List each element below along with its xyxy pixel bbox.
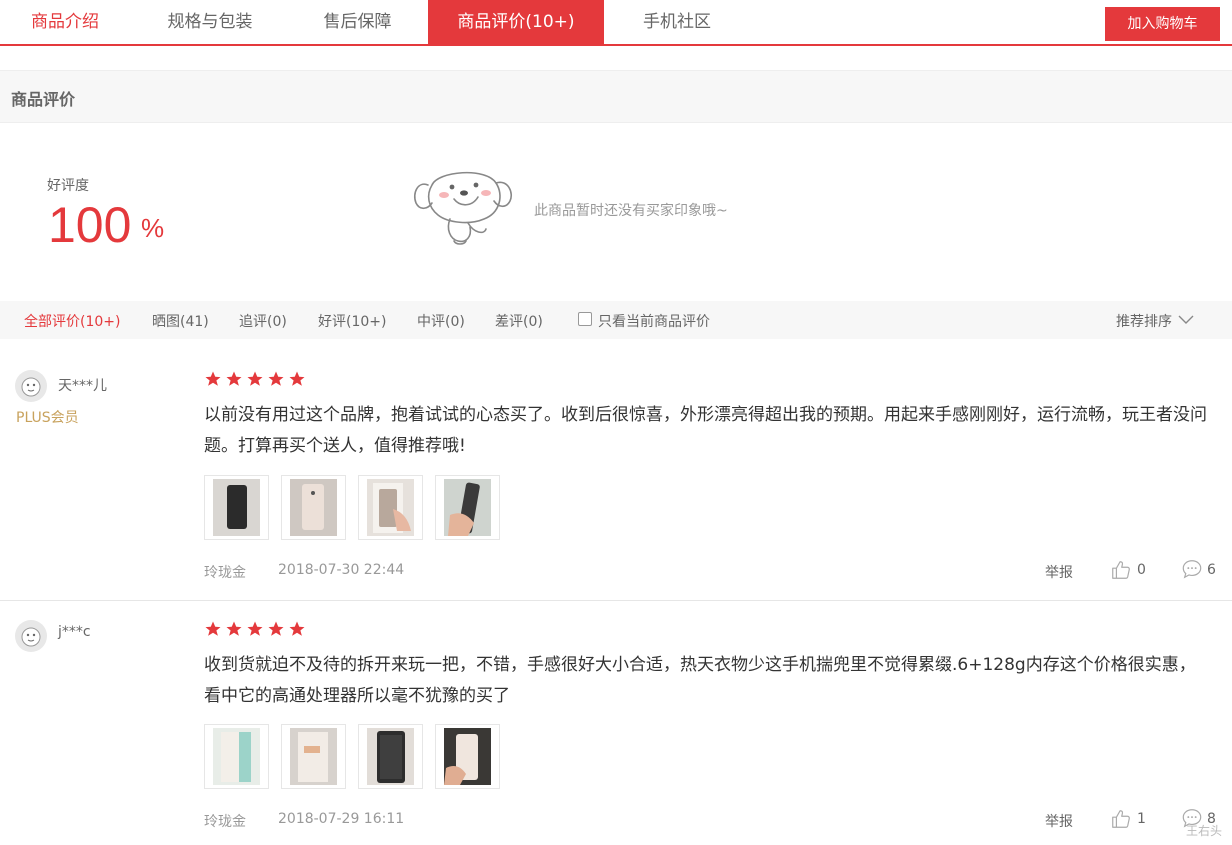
filter-all[interactable]: 全部评价(10+) bbox=[24, 311, 120, 331]
like-count: 1 bbox=[1137, 811, 1146, 827]
add-to-cart-button[interactable]: 加入购物车 bbox=[1105, 7, 1220, 41]
phone-photo-icon bbox=[213, 479, 260, 536]
review-photo-thumbnail[interactable] bbox=[435, 475, 500, 540]
report-link[interactable]: 举报 bbox=[1045, 811, 1073, 831]
thumbs-up-icon[interactable] bbox=[1110, 808, 1132, 830]
star-icon bbox=[226, 621, 242, 636]
product-variant: 玲珑金 bbox=[204, 814, 246, 830]
filter-negative[interactable]: 差评(0) bbox=[495, 311, 543, 331]
phone-photo-icon bbox=[290, 479, 337, 536]
star-rating bbox=[204, 620, 309, 638]
dog-mascot-icon bbox=[413, 171, 512, 245]
filter-follow-up[interactable]: 追评(0) bbox=[239, 311, 287, 331]
review-photo-thumbnail[interactable] bbox=[281, 724, 346, 789]
user-avatar-icon bbox=[15, 620, 47, 652]
product-tab-bar: 商品介绍 规格与包装 售后保障 商品评价(10+) 手机社区 加入购物车 bbox=[0, 0, 1232, 46]
tab-after-sales[interactable]: 售后保障 bbox=[290, 0, 425, 44]
rating-unit: % bbox=[141, 213, 165, 243]
star-icon bbox=[205, 371, 221, 386]
empty-impressions-text: 此商品暂时还没有买家印象哦~ bbox=[534, 203, 728, 219]
avatar[interactable] bbox=[15, 370, 47, 402]
star-icon bbox=[247, 371, 263, 386]
filter-neutral[interactable]: 中评(0) bbox=[417, 311, 465, 331]
review-divider bbox=[0, 600, 1232, 601]
section-title: 商品评价 bbox=[11, 90, 76, 109]
review-photo-thumbnail[interactable] bbox=[281, 475, 346, 540]
phone-photo-icon bbox=[444, 728, 491, 785]
current-product-checkbox[interactable] bbox=[578, 312, 592, 326]
star-icon bbox=[247, 621, 263, 636]
star-icon bbox=[268, 371, 284, 386]
filter-positive[interactable]: 好评(10+) bbox=[318, 311, 386, 331]
review-date: 2018-07-29 16:11 bbox=[278, 811, 405, 827]
tab-reviews[interactable]: 商品评价(10+) bbox=[428, 0, 604, 44]
star-icon bbox=[289, 371, 305, 386]
watermark: 王右头 bbox=[1185, 824, 1222, 838]
star-icon bbox=[226, 371, 242, 386]
thumbs-up-icon[interactable] bbox=[1110, 559, 1132, 581]
avatar[interactable] bbox=[15, 620, 47, 652]
rating-value: 100 bbox=[48, 197, 132, 253]
tab-community[interactable]: 手机社区 bbox=[612, 0, 742, 44]
comment-icon[interactable] bbox=[1181, 558, 1203, 580]
phone-photo-icon bbox=[367, 479, 414, 536]
phone-box-photo-icon bbox=[290, 728, 337, 785]
plus-member-badge: PLUS会员 bbox=[16, 410, 79, 426]
star-icon bbox=[205, 621, 221, 636]
review-photo-thumbnail[interactable] bbox=[435, 724, 500, 789]
phone-photo-icon bbox=[367, 728, 414, 785]
chevron-down-icon[interactable] bbox=[1178, 313, 1194, 325]
star-icon bbox=[268, 621, 284, 636]
user-avatar-icon bbox=[15, 370, 47, 402]
section-header: 商品评价 bbox=[0, 70, 1232, 123]
rating-label: 好评度 bbox=[47, 178, 89, 194]
star-rating bbox=[204, 370, 309, 388]
review-photo-thumbnail[interactable] bbox=[204, 475, 269, 540]
like-count: 0 bbox=[1137, 562, 1146, 578]
sort-dropdown[interactable]: 推荐排序 bbox=[1116, 311, 1172, 331]
review-photo-thumbnail[interactable] bbox=[358, 724, 423, 789]
filter-photos[interactable]: 晒图(41) bbox=[152, 311, 209, 331]
comment-count: 6 bbox=[1207, 562, 1216, 578]
phone-photo-icon bbox=[444, 479, 491, 536]
current-product-checkbox-label: 只看当前商品评价 bbox=[598, 314, 710, 330]
review-text: 以前没有用过这个品牌，抱着试试的心态买了。收到后很惊喜，外形漂亮得超出我的预期。… bbox=[204, 405, 1207, 456]
review-photo-thumbnail[interactable] bbox=[204, 724, 269, 789]
username: 天***儿 bbox=[58, 378, 107, 394]
review-date: 2018-07-30 22:44 bbox=[278, 562, 405, 578]
review-text: 收到货就迫不及待的拆开来玩一把，不错，手感很好大小合适，热天衣物少这手机揣兜里不… bbox=[204, 655, 1196, 706]
phone-box-photo-icon bbox=[213, 728, 260, 785]
star-icon bbox=[289, 621, 305, 636]
review-filter-bar: 全部评价(10+) 晒图(41) 追评(0) 好评(10+) 中评(0) 差评(… bbox=[0, 301, 1232, 339]
report-link[interactable]: 举报 bbox=[1045, 562, 1073, 582]
product-variant: 玲珑金 bbox=[204, 565, 246, 581]
review-photo-thumbnail[interactable] bbox=[358, 475, 423, 540]
tab-product-intro[interactable]: 商品介绍 bbox=[0, 0, 130, 44]
tab-specs[interactable]: 规格与包装 bbox=[140, 0, 280, 44]
username: j***c bbox=[58, 624, 91, 640]
